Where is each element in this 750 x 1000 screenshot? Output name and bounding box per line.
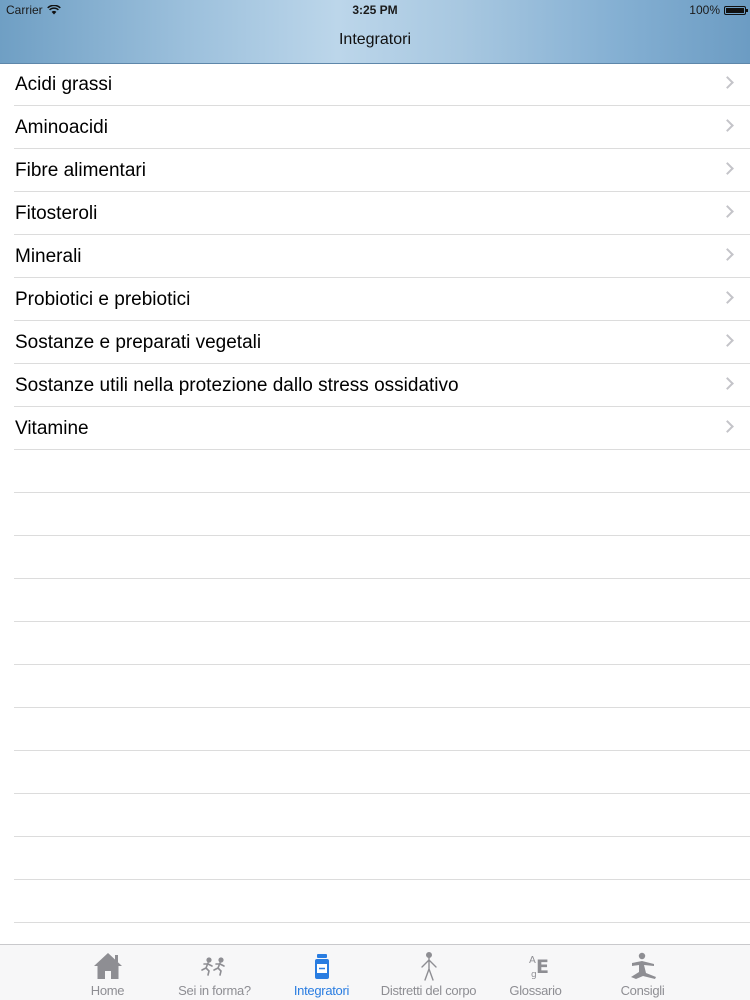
battery-indicator: 100% (689, 3, 748, 17)
tab-glossario[interactable]: A g E Glossario (482, 945, 589, 1000)
list-item-label: Vitamine (15, 418, 89, 439)
chevron-right-icon (721, 205, 734, 218)
list-item-label: Fibre alimentari (15, 160, 146, 181)
tab-label: Distretti del corpo (380, 983, 477, 998)
chevron-right-icon (721, 76, 734, 89)
list-item-label: Probiotici e prebiotici (15, 289, 191, 310)
tab-label: Consigli (620, 983, 665, 998)
list-item-aminoacidi[interactable]: Aminoacidi (14, 106, 750, 149)
tab-integratori[interactable]: Integratori (268, 945, 375, 1000)
page-title: Integratori (338, 31, 412, 48)
empty-row (14, 708, 750, 751)
empty-row (14, 751, 750, 794)
list-item-stress-ossidativo[interactable]: Sostanze utili nella protezione dallo st… (14, 364, 750, 407)
battery-icon (724, 5, 748, 15)
list-item-label: Minerali (15, 246, 82, 267)
empty-row (14, 450, 750, 493)
empty-row (14, 665, 750, 708)
chevron-right-icon (721, 334, 734, 347)
runners-icon (200, 957, 225, 976)
header: Carrier 3:25 PM 100% Integratori (0, 0, 750, 64)
empty-row (14, 493, 750, 536)
tab-distretti-corpo[interactable]: Distretti del corpo (375, 945, 482, 1000)
tab-bar: Home Sei in forma? Integratori Distretti… (0, 944, 750, 1000)
empty-row (14, 794, 750, 837)
empty-row (14, 622, 750, 665)
tab-label: Home (90, 983, 125, 998)
tab-label: Sei in forma? (178, 983, 251, 998)
chevron-right-icon (721, 377, 734, 390)
tab-label: Glossario (509, 983, 562, 998)
chevron-right-icon (721, 420, 734, 433)
list-item-minerali[interactable]: Minerali (14, 235, 750, 278)
glossary-icon: A g E (529, 955, 549, 980)
empty-row (14, 880, 750, 923)
app-screen: Carrier 3:25 PM 100% Integratori Acidi g… (0, 0, 750, 1000)
list-item-acidi-grassi[interactable]: Acidi grassi (14, 63, 750, 106)
list-item-label: Acidi grassi (15, 74, 113, 95)
tab-consigli[interactable]: Consigli (589, 945, 696, 1000)
battery-percent: 100% (689, 3, 720, 17)
tab-home[interactable]: Home (54, 945, 161, 1000)
empty-row (14, 536, 750, 579)
list-item-label: Fitosteroli (15, 203, 98, 224)
category-list: Acidi grassi Aminoacidi Fibre alimentari… (0, 63, 750, 923)
empty-row (14, 837, 750, 880)
list-item-vitamine[interactable]: Vitamine (14, 407, 750, 450)
status-time: 3:25 PM (352, 3, 398, 17)
list-item-probiotici[interactable]: Probiotici e prebiotici (14, 278, 750, 321)
svg-text:E: E (536, 956, 549, 978)
empty-row (14, 579, 750, 622)
list-item-label: Sostanze utili nella protezione dallo st… (15, 375, 459, 396)
list-item-fibre-alimentari[interactable]: Fibre alimentari (14, 149, 750, 192)
chevron-right-icon (721, 291, 734, 304)
human-body-icon (420, 952, 437, 981)
list-item-label: Sostanze e preparati vegetali (15, 332, 262, 353)
tab-sei-in-forma[interactable]: Sei in forma? (161, 945, 268, 1000)
yoga-pose-icon (630, 952, 656, 979)
svg-text:A: A (529, 955, 536, 966)
home-icon (93, 953, 122, 979)
list-item-fitosteroli[interactable]: Fitosteroli (14, 192, 750, 235)
supplement-bottle-icon (314, 954, 329, 979)
tab-label: Integratori (293, 983, 350, 998)
chevron-right-icon (721, 162, 734, 175)
chevron-right-icon (721, 119, 734, 132)
list-item-label: Aminoacidi (15, 117, 108, 138)
status-bar: Carrier 3:25 PM 100% (0, 0, 750, 20)
list-item-sostanze-vegetali[interactable]: Sostanze e preparati vegetali (14, 321, 750, 364)
chevron-right-icon (721, 248, 734, 261)
